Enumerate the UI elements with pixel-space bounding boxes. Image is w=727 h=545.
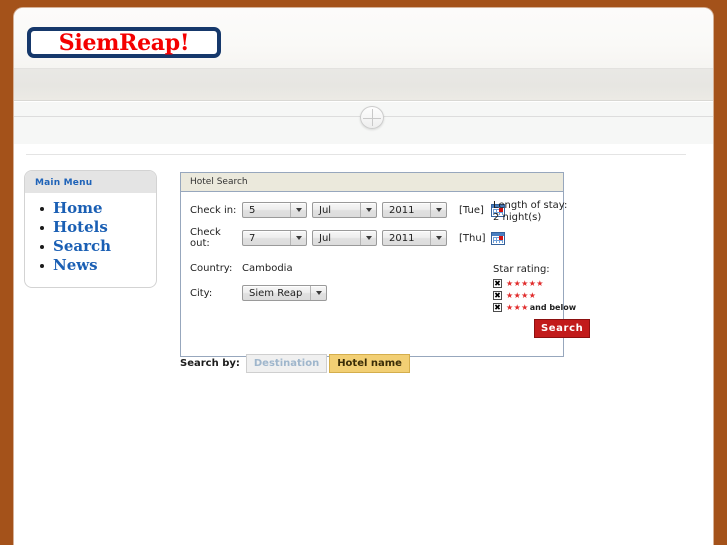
sidebar-item-label: Home — [53, 199, 103, 217]
sidebar-item-hotels[interactable]: Hotels — [40, 218, 156, 237]
country-value: Cambodia — [242, 263, 293, 274]
top-nav-band — [14, 68, 713, 101]
check-out-month-value: Jul — [319, 232, 332, 244]
search-by-bar: Search by: Destination Hotel name — [180, 354, 410, 373]
star-rating-option-5[interactable]: ✖ ★★★★★ — [493, 279, 583, 288]
check-in-weekday: [Tue] — [459, 204, 484, 216]
star-rating-label: Star rating: — [493, 264, 550, 275]
star-rating-option-3[interactable]: ✖ ★★★ and below — [493, 303, 583, 312]
chevron-down-icon — [360, 231, 376, 245]
length-of-stay: Length of stay: 2 night(s) — [493, 200, 573, 224]
check-in-year-select[interactable]: 2011 — [382, 202, 447, 218]
chevron-down-icon — [430, 203, 446, 217]
star-rating-group: Star rating: ✖ ★★★★★ ✖ ★★★★ ✖ ★★★ and be… — [493, 264, 583, 315]
panel-body: Check in: 5 Jul 2011 [Tue] Check out: 7 … — [181, 192, 591, 356]
check-out-day-value: 7 — [249, 232, 256, 244]
check-in-month-select[interactable]: Jul — [312, 202, 377, 218]
check-in-year-value: 2011 — [389, 204, 415, 216]
sidebar-title: Main Menu — [25, 171, 156, 193]
check-out-row: Check out: 7 Jul 2011 [Thu] — [190, 227, 555, 249]
check-out-month-select[interactable]: Jul — [312, 230, 377, 246]
city-value: Siem Reap — [249, 287, 303, 299]
chevron-down-icon — [290, 203, 306, 217]
check-out-year-select[interactable]: 2011 — [382, 230, 447, 246]
star-rating-option-4[interactable]: ✖ ★★★★ — [493, 291, 583, 300]
collapse-toggle-icon[interactable] — [360, 106, 384, 129]
sidebar: Main Menu Home Hotels Search News — [24, 170, 157, 288]
tab-destination[interactable]: Destination — [245, 354, 328, 373]
check-out-weekday: [Thu] — [459, 232, 486, 244]
search-by-label: Search by: — [180, 358, 240, 369]
hotel-search-panel: Hotel Search Check in: 5 Jul 2011 [Tue] … — [180, 172, 591, 357]
star-rating-note: and below — [529, 303, 577, 312]
tab-hotel-name[interactable]: Hotel name — [329, 354, 410, 373]
search-button[interactable]: Search — [534, 319, 591, 338]
chevron-down-icon — [360, 203, 376, 217]
sidebar-item-news[interactable]: News — [40, 256, 156, 275]
sidebar-item-label: Search — [53, 237, 112, 255]
site-masthead: SiemReap! — [14, 8, 713, 68]
star-rating-stars: ★★★★★ — [506, 279, 544, 288]
check-out-day-select[interactable]: 7 — [242, 230, 307, 246]
sidebar-item-label: Hotels — [53, 218, 108, 236]
checkbox-icon[interactable]: ✖ — [493, 279, 502, 288]
page-container: SiemReap! Main Menu Home Hotels Search N… — [14, 8, 713, 545]
chevron-down-icon — [290, 231, 306, 245]
sidebar-menu: Home Hotels Search News — [25, 193, 156, 287]
sidebar-item-home[interactable]: Home — [40, 199, 156, 218]
length-of-stay-value: 2 night(s) — [493, 212, 542, 223]
section-divider — [14, 101, 713, 144]
country-label: Country: — [190, 263, 233, 274]
check-in-day-value: 5 — [249, 204, 256, 216]
panel-title: Hotel Search — [181, 173, 563, 192]
calendar-icon[interactable] — [491, 231, 505, 245]
check-out-year-value: 2011 — [389, 232, 415, 244]
length-of-stay-label: Length of stay: — [493, 200, 568, 211]
checkbox-icon[interactable]: ✖ — [493, 303, 502, 312]
city-label: City: — [190, 287, 213, 299]
check-in-day-select[interactable]: 5 — [242, 202, 307, 218]
checkbox-icon[interactable]: ✖ — [493, 291, 502, 300]
check-in-label: Check in: — [190, 204, 237, 216]
city-select[interactable]: Siem Reap — [242, 285, 327, 301]
sidebar-item-label: News — [53, 256, 98, 274]
content-area: Main Menu Home Hotels Search News Hotel … — [14, 144, 713, 545]
check-out-label: Check out: — [190, 227, 221, 249]
star-rating-stars: ★★★ — [506, 303, 529, 312]
check-in-month-value: Jul — [319, 204, 332, 216]
content-rule — [26, 154, 686, 155]
star-rating-stars: ★★★★ — [506, 291, 537, 300]
site-logo[interactable]: SiemReap! — [27, 27, 221, 58]
sidebar-item-search[interactable]: Search — [40, 237, 156, 256]
chevron-down-icon — [310, 286, 326, 300]
site-logo-text: SiemReap! — [58, 29, 190, 56]
chevron-down-icon — [430, 231, 446, 245]
